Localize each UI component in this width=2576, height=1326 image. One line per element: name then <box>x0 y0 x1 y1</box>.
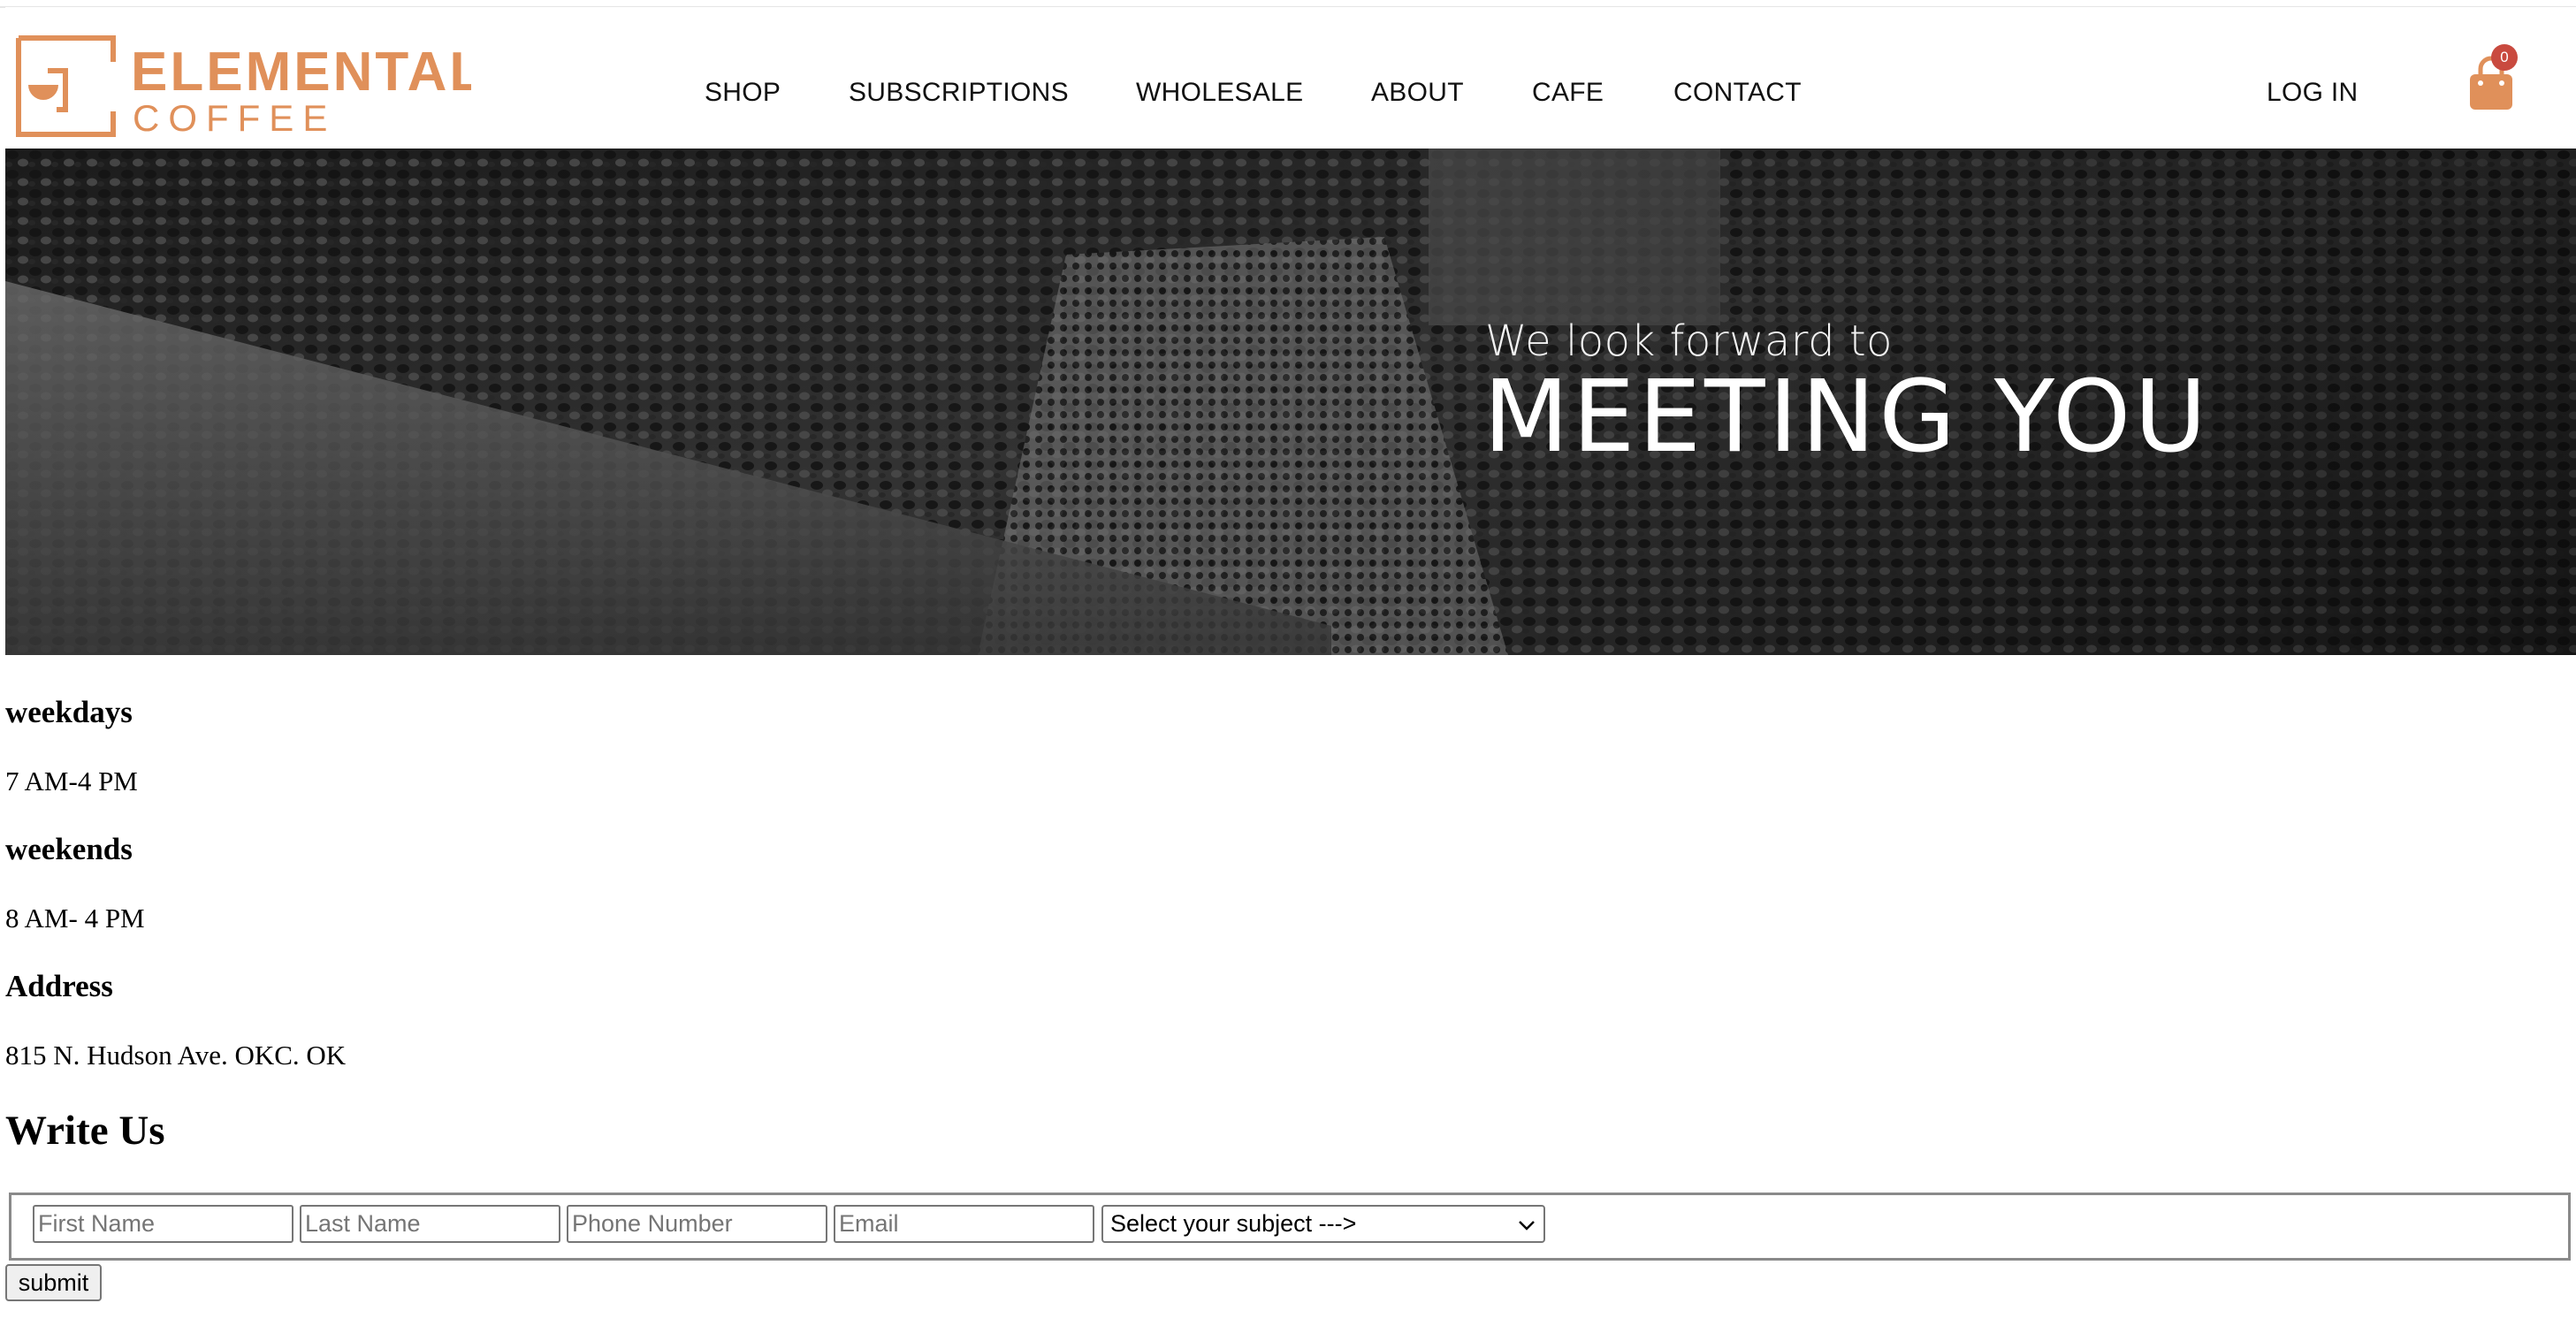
hero-title: MEETING YOU <box>1483 360 2211 475</box>
logo-line1: ELEMENTAL <box>131 42 471 103</box>
first-name-input[interactable] <box>33 1205 293 1243</box>
address-heading: Address <box>5 969 113 1003</box>
weekends-heading: weekends <box>5 832 133 866</box>
login-link[interactable]: LOG IN <box>2267 78 2359 108</box>
write-us-heading: Write Us <box>5 1108 165 1154</box>
nav-shop[interactable]: SHOP <box>705 78 781 108</box>
brand-logo[interactable]: ELEMENTAL COFFEE <box>16 35 471 140</box>
hero-subtitle: We look forward to <box>1485 316 1894 366</box>
phone-number-input[interactable] <box>567 1205 827 1243</box>
cart-button[interactable]: 0 <box>2465 44 2518 115</box>
nav-wholesale[interactable]: WHOLESALE <box>1136 78 1303 108</box>
hero-banner: We look forward to MEETING YOU <box>5 149 2576 655</box>
logo-line2: COFFEE <box>133 97 336 139</box>
submit-button[interactable]: submit <box>5 1264 102 1301</box>
site-header: ELEMENTAL COFFEE SHOP SUBSCRIPTIONS WHOL… <box>5 7 2576 149</box>
weekdays-heading: weekdays <box>5 695 133 729</box>
nav-subscriptions[interactable]: SUBSCRIPTIONS <box>849 78 1069 108</box>
email-input[interactable] <box>834 1205 1094 1243</box>
last-name-input[interactable] <box>300 1205 560 1243</box>
nav-about[interactable]: ABOUT <box>1371 78 1464 108</box>
cart-count-badge: 0 <box>2491 44 2518 71</box>
nav-cafe[interactable]: CAFE <box>1532 78 1604 108</box>
weekends-hours: 8 AM- 4 PM <box>5 903 145 934</box>
subject-select[interactable]: Select your subject ---> <box>1101 1205 1545 1243</box>
chevron-down-icon <box>1519 1221 1535 1231</box>
address-text: 815 N. Hudson Ave. OKC. OK <box>5 1040 347 1071</box>
subject-select-value: Select your subject ---> <box>1110 1210 1357 1237</box>
weekdays-hours: 7 AM-4 PM <box>5 766 138 796</box>
logo-mark-icon <box>16 35 116 137</box>
nav-contact[interactable]: CONTACT <box>1673 78 1802 108</box>
